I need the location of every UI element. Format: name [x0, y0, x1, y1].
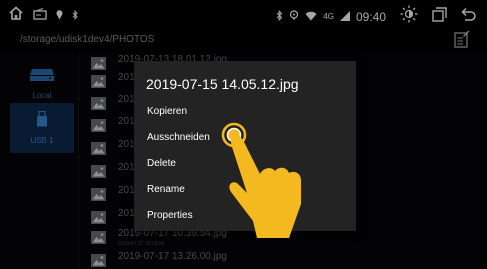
- menu-item-properties[interactable]: Properties: [147, 210, 193, 221]
- menu-item-rename[interactable]: Rename: [147, 184, 185, 195]
- tap-hand-icon: [219, 118, 319, 247]
- menu-item-delete[interactable]: Delete: [147, 158, 176, 169]
- menu-item-kopieren[interactable]: Kopieren: [147, 106, 187, 117]
- menu-item-ausschneiden[interactable]: Ausschneiden: [147, 132, 210, 143]
- menu-title: 2019-07-15 14.05.12.jpg: [146, 76, 299, 92]
